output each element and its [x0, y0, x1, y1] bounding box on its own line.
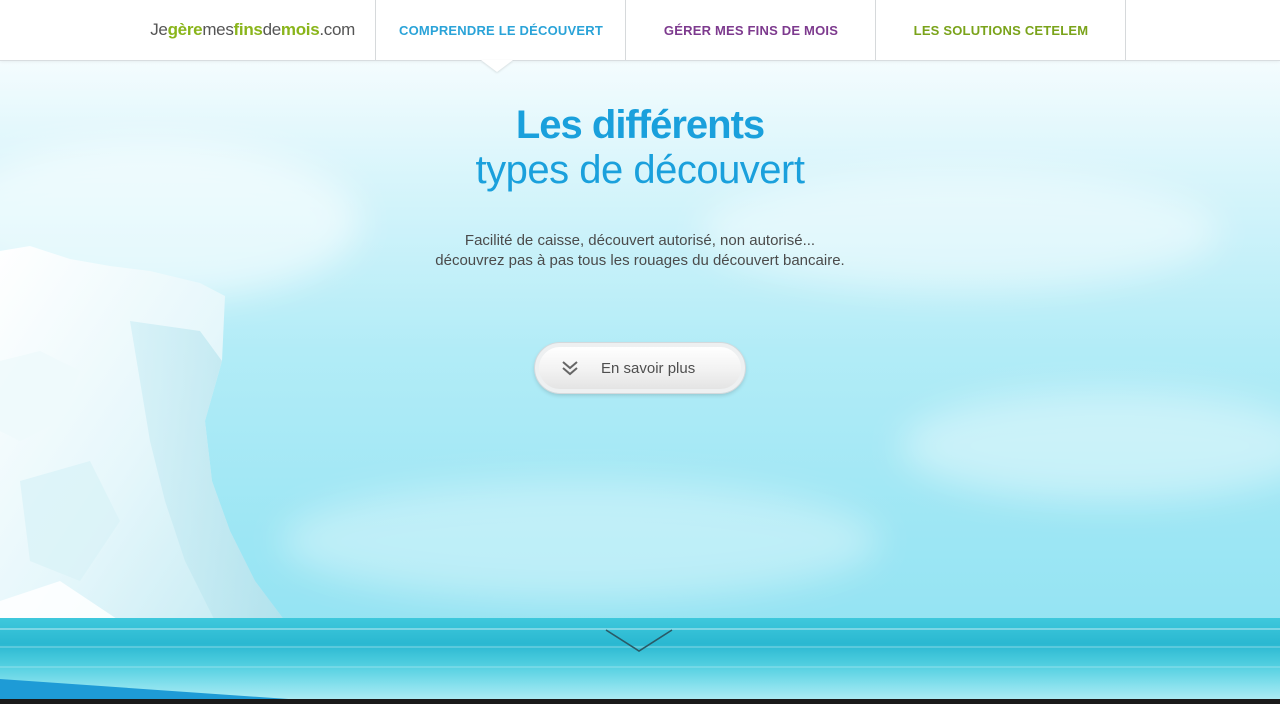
- wave-line: [0, 666, 1280, 668]
- nav-gerer-mes-fins-de-mois[interactable]: GÉRER MES FINS DE MOIS: [625, 0, 876, 60]
- double-chevron-down-icon: [562, 361, 578, 376]
- chevron-down-icon[interactable]: [604, 628, 674, 654]
- logo-part-mois: mois: [280, 20, 320, 39]
- nav-les-solutions-cetelem[interactable]: LES SOLUTIONS CETELEM: [875, 0, 1126, 60]
- logo-part-dotcom: .com: [319, 20, 355, 39]
- intro-text: Facilité de caisse, découvert autorisé, …: [340, 231, 940, 271]
- page-title: Les différents types de découvert: [340, 102, 940, 192]
- cloud: [900, 391, 1280, 501]
- logo-part-gere: gère: [167, 20, 203, 39]
- window-bottom-edge: [0, 699, 1280, 704]
- cloud: [280, 481, 880, 601]
- en-savoir-plus-button[interactable]: En savoir plus: [535, 343, 745, 393]
- logo-part-fins: fins: [233, 20, 263, 39]
- site-logo[interactable]: Je gère mes fins de mois .com: [0, 0, 375, 60]
- intro-line-1: Facilité de caisse, découvert autorisé, …: [464, 232, 816, 249]
- en-savoir-plus-label: En savoir plus: [601, 360, 696, 377]
- logo-part-je: Je: [150, 20, 168, 39]
- nav-divider: [1125, 0, 1126, 60]
- iceberg-illustration: [0, 246, 320, 704]
- title-line-1: Les différents: [515, 103, 765, 147]
- active-nav-indicator: [481, 60, 513, 72]
- intro-line-2: découvrez pas à pas tous les rouages du …: [435, 252, 845, 269]
- title-line-2: types de découvert: [475, 148, 806, 192]
- nav-comprendre-le-decouvert[interactable]: COMPRENDRE LE DÉCOUVERT: [375, 0, 626, 60]
- logo-part-mes: mes: [202, 20, 234, 39]
- logo-part-de: de: [262, 20, 282, 39]
- site-header: Je gère mes fins de mois .com COMPRENDRE LE DÉ…: [0, 0, 1280, 61]
